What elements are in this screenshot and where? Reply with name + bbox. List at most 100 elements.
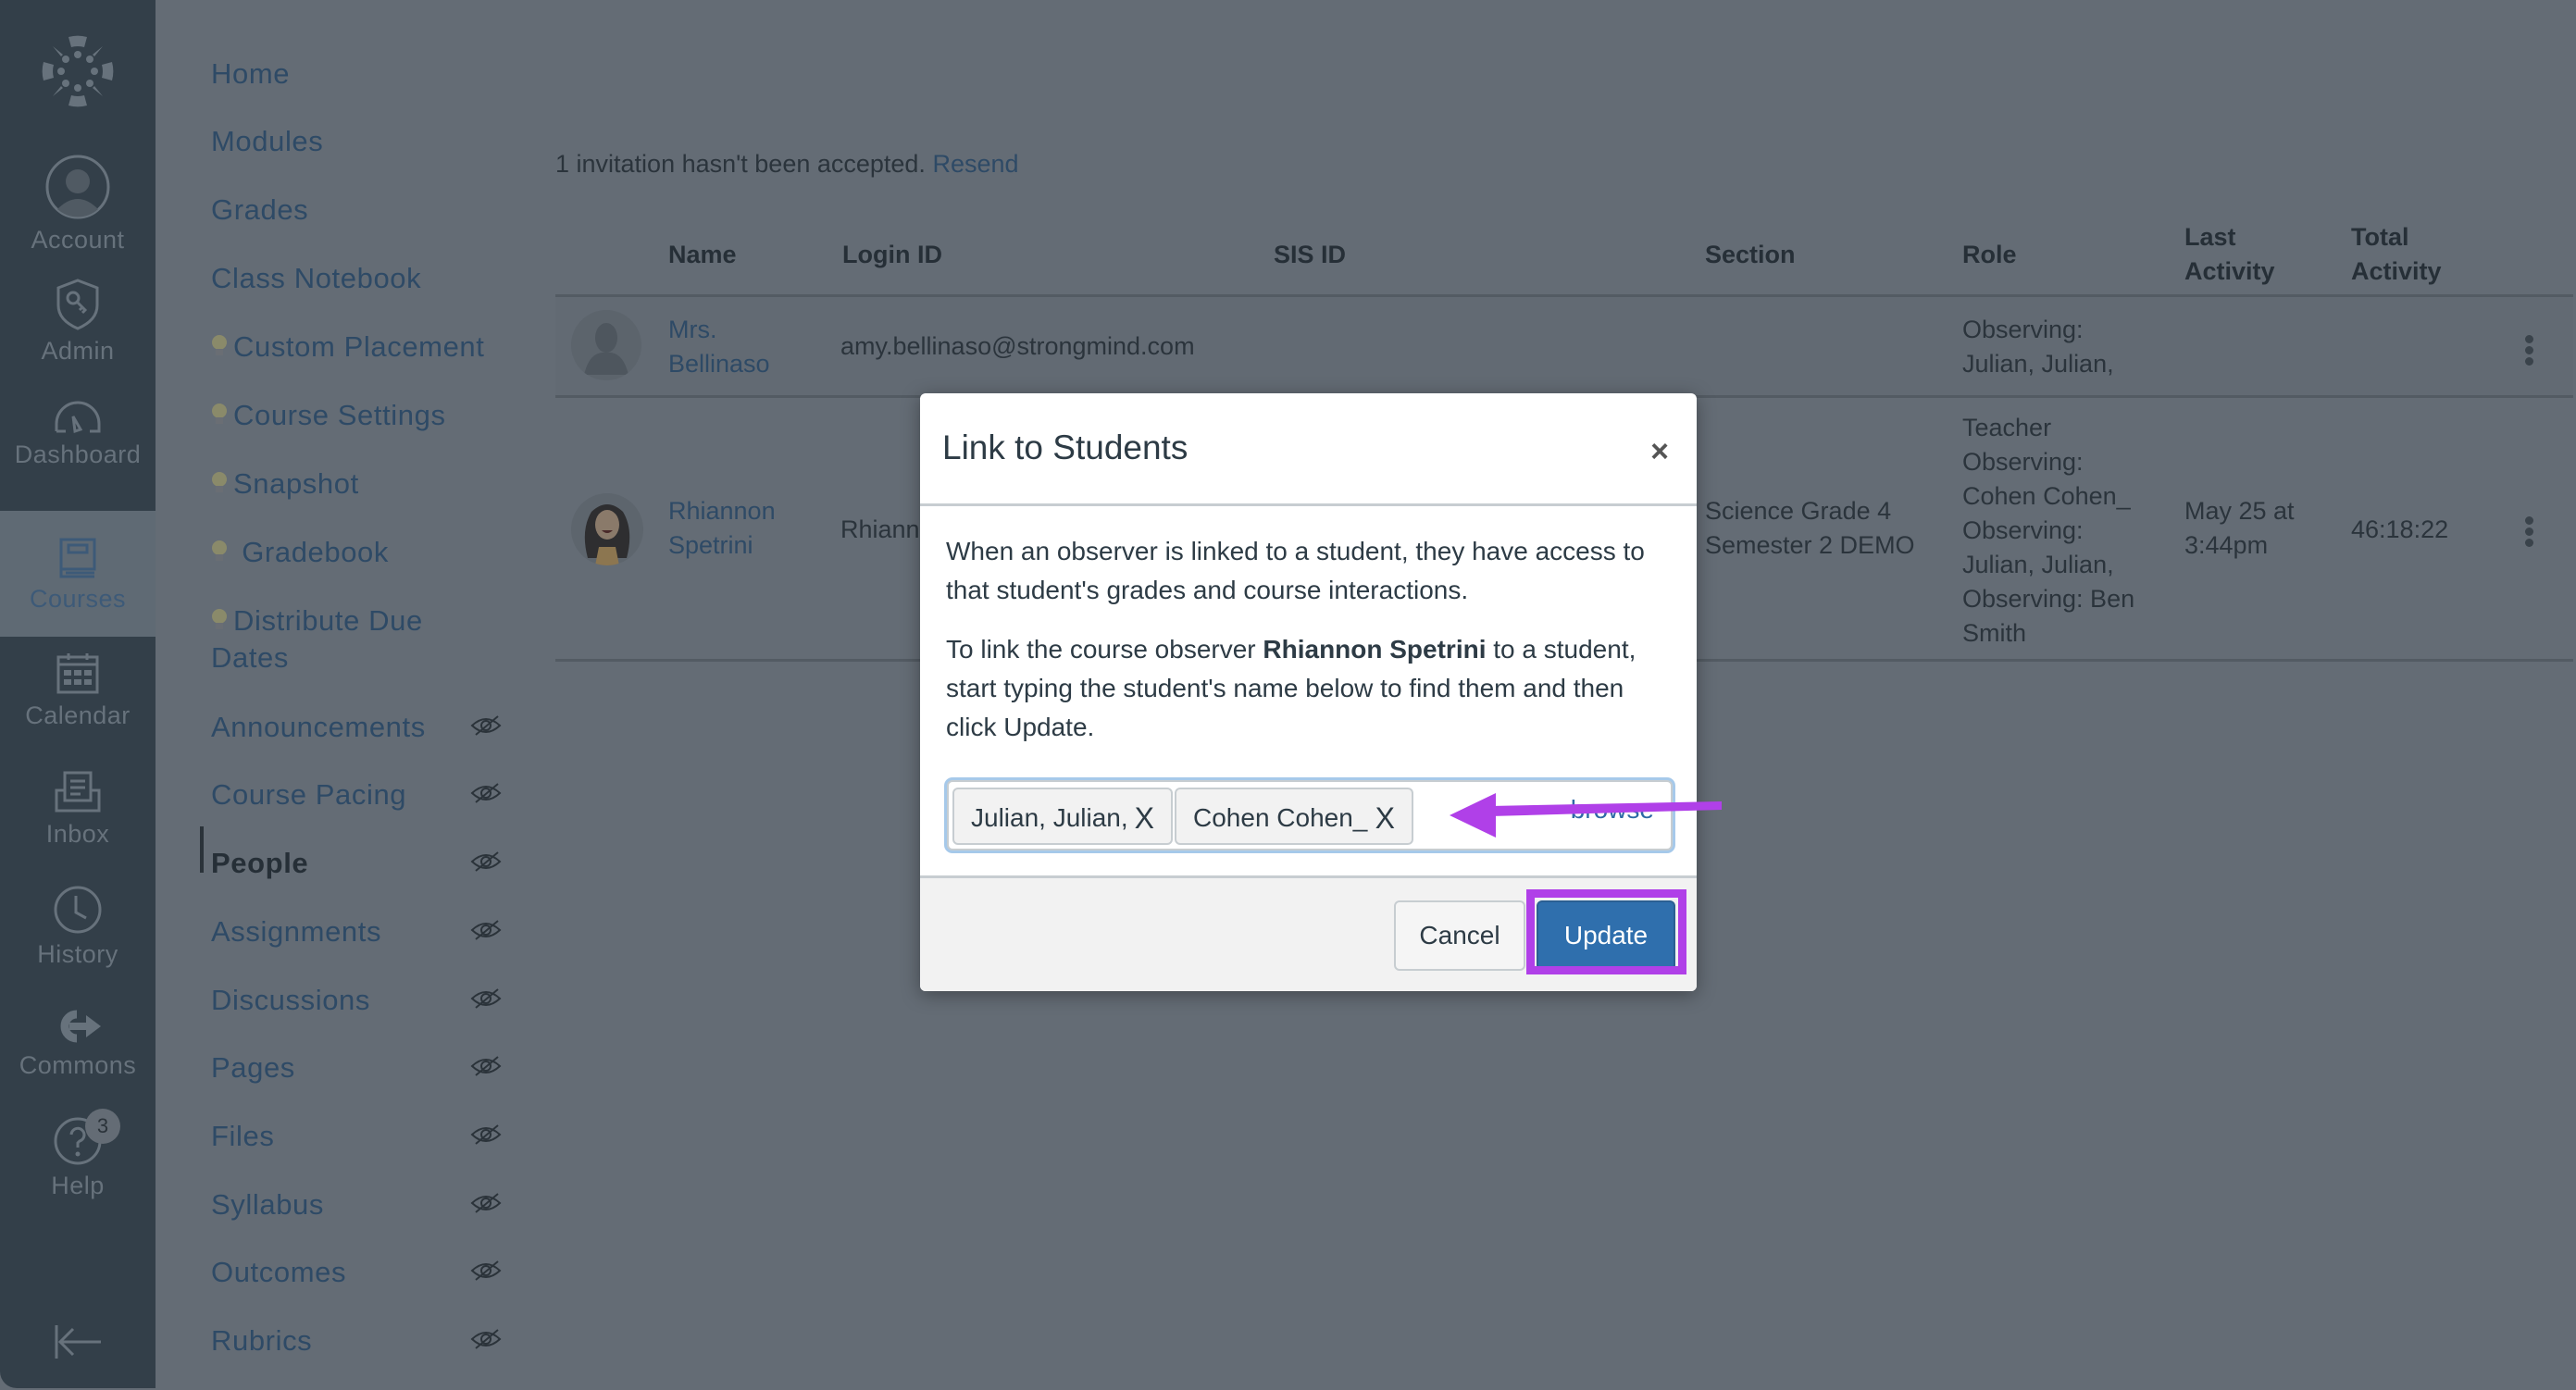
close-icon[interactable]: × — [1650, 434, 1669, 470]
course-nav-label: Pages — [211, 1051, 295, 1084]
gnav-admin[interactable]: Admin — [0, 278, 156, 366]
col-header-last-activity[interactable]: Last Activity — [2184, 220, 2275, 289]
help-notification-badge: 3 — [85, 1109, 120, 1144]
gnav-admin-label: Admin — [41, 337, 115, 365]
student-chip-label: Cohen Cohen_ — [1193, 803, 1368, 832]
course-nav-label: Syllabus — [211, 1188, 324, 1221]
course-nav-item[interactable]: Grades — [211, 192, 308, 229]
course-nav-item[interactable]: Assignments — [211, 913, 381, 950]
commons-icon — [60, 1010, 101, 1043]
course-nav-item[interactable]: Discussions — [211, 982, 370, 1019]
user-name-link[interactable]: Mrs. Bellinaso — [668, 313, 770, 381]
course-nav-label: Class Notebook — [211, 262, 422, 294]
gnav-commons-label: Commons — [19, 1051, 137, 1079]
col-header-role[interactable]: Role — [1962, 238, 2017, 272]
course-nav-label: Rubrics — [211, 1324, 313, 1357]
lightbulb-icon — [212, 540, 227, 561]
modal-title: Link to Students — [942, 428, 1188, 466]
role-line: Observing: — [1962, 516, 2084, 544]
course-nav-item[interactable]: People — [211, 845, 308, 882]
row-options-kebab-icon[interactable] — [2525, 335, 2534, 368]
hidden-eye-slash-icon — [470, 920, 502, 940]
role-line: Cohen Cohen_ — [1962, 482, 2131, 510]
course-nav-item[interactable]: Modules — [211, 123, 323, 160]
role-line: Observing: Ben — [1962, 585, 2135, 613]
col-header-login-id[interactable]: Login ID — [842, 238, 942, 272]
col-header-name[interactable]: Name — [668, 238, 737, 272]
gnav-courses[interactable]: Courses — [0, 511, 156, 637]
modal-description: When an observer is linked to a student,… — [946, 537, 1645, 604]
role-cell: Observing: Julian, Julian, — [1962, 313, 2114, 381]
gnav-inbox[interactable]: Inbox — [0, 770, 156, 849]
gnav-help-label: Help — [51, 1172, 105, 1199]
col-header-total-activity[interactable]: Total Activity — [2351, 220, 2442, 289]
invitation-notice: 1 invitation hasn't been accepted. Resen… — [555, 150, 1019, 179]
gnav-account[interactable]: Account — [0, 154, 156, 254]
name-line: Rhiannon — [668, 497, 776, 525]
gnav-dashboard[interactable]: Dashboard — [0, 398, 156, 469]
default-user-icon — [584, 323, 628, 375]
remove-chip-icon[interactable]: X — [1375, 789, 1395, 847]
course-nav-label: Course Pacing — [211, 778, 407, 811]
lightbulb-icon — [212, 609, 227, 629]
row-options-kebab-icon[interactable] — [2525, 516, 2534, 550]
modal-instructions: To link the course observer Rhiannon Spe… — [946, 630, 1677, 747]
course-nav-label: Dates — [211, 641, 289, 674]
course-nav-item[interactable]: Course Settings — [211, 397, 446, 434]
gnav-help[interactable]: Help — [0, 1116, 156, 1200]
canvas-logo-icon — [42, 35, 114, 107]
col-header-section[interactable]: Section — [1705, 238, 1796, 272]
resend-link[interactable]: Resend — [932, 150, 1018, 178]
course-nav-item[interactable]: Rubrics — [211, 1322, 312, 1359]
instructions-text: To link the course observer — [946, 635, 1263, 664]
cancel-button[interactable]: Cancel — [1394, 900, 1525, 971]
course-nav-item[interactable]: Announcements — [211, 709, 426, 746]
course-nav-label: Modules — [211, 125, 324, 157]
course-nav-item[interactable]: Snapshot — [211, 465, 359, 503]
lightbulb-icon — [212, 403, 227, 424]
course-nav-label: Gradebook — [233, 536, 389, 568]
gnav-commons[interactable]: Commons — [0, 1007, 156, 1080]
gnav-calendar[interactable]: Calendar — [0, 652, 156, 730]
lightbulb-icon — [212, 335, 227, 355]
course-nav-label: People — [211, 847, 309, 879]
col-header-last-activity-line2: Activity — [2184, 257, 2275, 285]
course-nav-item[interactable]: Course Pacing — [211, 776, 406, 813]
course-nav-label: Outcomes — [211, 1256, 347, 1288]
canvas-logo[interactable] — [0, 31, 156, 117]
course-nav-item[interactable]: Syllabus — [211, 1186, 324, 1223]
lightbulb-icon — [212, 472, 227, 492]
account-icon — [45, 155, 110, 219]
gnav-calendar-label: Calendar — [25, 701, 131, 729]
user-name-link[interactable]: Rhiannon Spetrini — [668, 494, 776, 563]
course-nav-item[interactable]: Files — [211, 1118, 274, 1155]
avatar-default[interactable] — [571, 310, 641, 380]
course-nav-item[interactable]: Outcomes — [211, 1254, 346, 1291]
name-line: Bellinaso — [668, 350, 770, 378]
role-line: Julian, Julian, — [1962, 551, 2114, 578]
course-nav-item[interactable]: Home — [211, 56, 290, 93]
gnav-history[interactable]: History — [0, 885, 156, 969]
total-activity-cell: 46:18:22 — [2351, 515, 2449, 543]
col-header-last-activity-line1: Last — [2184, 223, 2236, 251]
course-nav-item[interactable]: Gradebook — [211, 534, 389, 571]
global-nav: Account Admin Dashboard Courses Calendar… — [0, 0, 156, 1388]
course-nav-label: Home — [211, 57, 291, 90]
course-nav-label: Announcements — [211, 711, 426, 743]
course-nav-item[interactable]: Pages — [211, 1049, 295, 1086]
course-nav-item[interactable]: Custom Placement — [211, 329, 484, 366]
collapse-nav-button[interactable] — [0, 1323, 156, 1366]
hidden-eye-slash-icon — [470, 1193, 502, 1213]
hidden-eye-slash-icon — [470, 1260, 502, 1281]
avatar-rhiannon[interactable] — [571, 493, 643, 565]
modal-body: When an observer is linked to a student,… — [946, 532, 1677, 767]
role-line: Julian, Julian, — [1962, 350, 2114, 378]
hidden-eye-slash-icon — [470, 783, 502, 803]
remove-chip-icon[interactable]: X — [1135, 789, 1154, 847]
course-nav-item[interactable]: Distribute Due Dates — [211, 602, 423, 676]
col-header-sis-id[interactable]: SIS ID — [1274, 238, 1346, 272]
col-header-total-activity-line2: Activity — [2351, 257, 2442, 285]
course-nav-item[interactable]: Class Notebook — [211, 260, 421, 297]
hidden-eye-slash-icon — [470, 715, 502, 736]
course-nav-label: Distribute Due — [233, 604, 423, 637]
